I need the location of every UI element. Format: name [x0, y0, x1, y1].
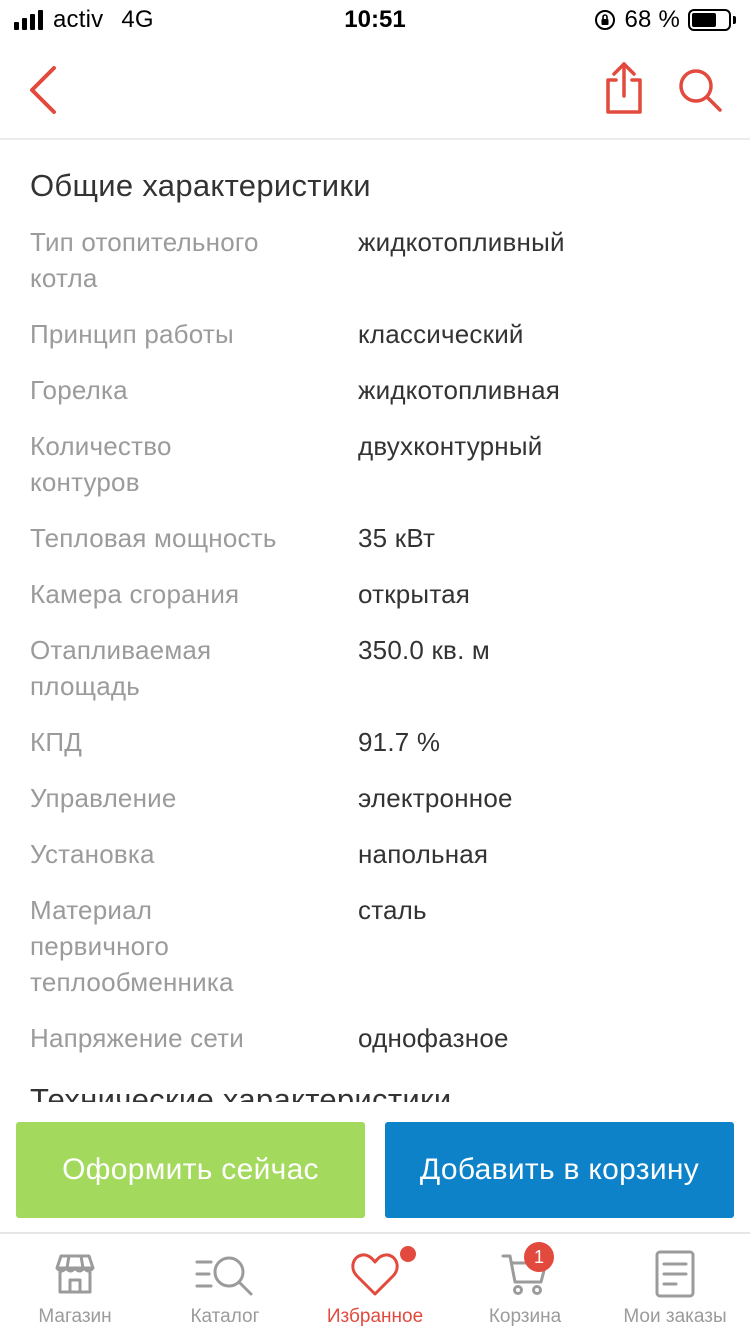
status-bar: activ 4G 10:51 68 %: [0, 0, 750, 40]
app-header: [0, 40, 750, 140]
spec-name: КПД: [30, 727, 83, 757]
spec-name: Камера сгорания: [30, 579, 240, 609]
spec-name: Материал первичного теплообменника: [30, 895, 234, 997]
rotation-lock-icon: [595, 10, 616, 30]
spec-name: Тип отопительного котла: [30, 227, 259, 293]
cart-badge: 1: [524, 1242, 554, 1272]
search-icon: [679, 69, 722, 112]
spec-value: классический: [358, 319, 524, 349]
spec-name: Установка: [30, 839, 155, 869]
specifications-panel: Общие характеристики Тип отопительного к…: [0, 142, 750, 1102]
nav-label: Магазин: [38, 1306, 112, 1327]
orders-icon: [655, 1250, 695, 1298]
spec-value: однофазное: [358, 1023, 509, 1053]
bottom-navigation: Магазин Каталог Избранное 1 Корзина Мои …: [0, 1232, 750, 1334]
catalog-search-icon: [195, 1256, 253, 1296]
spec-value: 35 кВт: [358, 523, 436, 553]
search-button[interactable]: [676, 66, 724, 114]
nav-item-favorites[interactable]: Избранное: [300, 1234, 450, 1334]
spec-value: жидкотопливный: [358, 227, 565, 257]
heart-icon: [351, 1253, 399, 1296]
spec-name: Количество контуров: [30, 431, 172, 497]
share-icon: [606, 62, 642, 114]
spec-value: открытая: [358, 579, 471, 609]
spec-value: напольная: [358, 839, 489, 869]
back-button[interactable]: [22, 64, 66, 116]
store-icon: [55, 1254, 95, 1294]
nav-item-store[interactable]: Магазин: [0, 1234, 150, 1334]
nav-item-catalog[interactable]: Каталог: [150, 1234, 300, 1334]
spec-value: 91.7 %: [358, 727, 441, 757]
spec-name: Принцип работы: [30, 319, 234, 349]
section-title-technical: Технические характеристики: [30, 1082, 452, 1102]
spec-name: Напряжение сети: [30, 1023, 245, 1053]
nav-item-orders[interactable]: Мои заказы: [600, 1234, 750, 1334]
nav-label: Корзина: [488, 1306, 562, 1327]
buy-now-button[interactable]: Оформить сейчас: [16, 1122, 365, 1218]
favorites-badge-dot: [400, 1246, 416, 1262]
spec-value: жидкотопливная: [358, 375, 561, 405]
share-button[interactable]: [600, 60, 648, 116]
add-to-cart-button[interactable]: Добавить в корзину: [385, 1122, 734, 1218]
nav-label: Каталог: [190, 1306, 260, 1327]
section-title-general: Общие характеристики: [30, 168, 371, 203]
battery-percent: 68 %: [624, 6, 680, 33]
spec-value: сталь: [358, 895, 427, 925]
nav-item-cart[interactable]: 1 Корзина: [450, 1234, 600, 1334]
nav-label: Избранное: [326, 1306, 424, 1327]
spec-name: Горелка: [30, 375, 128, 405]
status-right: 68 %: [594, 6, 736, 34]
battery-icon: [688, 9, 736, 31]
nav-label: Мои заказы: [623, 1306, 727, 1327]
spec-value: двухконтурный: [358, 431, 543, 461]
spec-value: электронное: [358, 783, 513, 813]
spec-name: Тепловая мощность: [30, 523, 277, 553]
spec-value: 350.0 кв. м: [358, 635, 490, 665]
spec-name: Управление: [30, 783, 177, 813]
spec-name: Отапливаемая площадь: [30, 635, 212, 701]
chevron-left-icon: [30, 66, 56, 114]
